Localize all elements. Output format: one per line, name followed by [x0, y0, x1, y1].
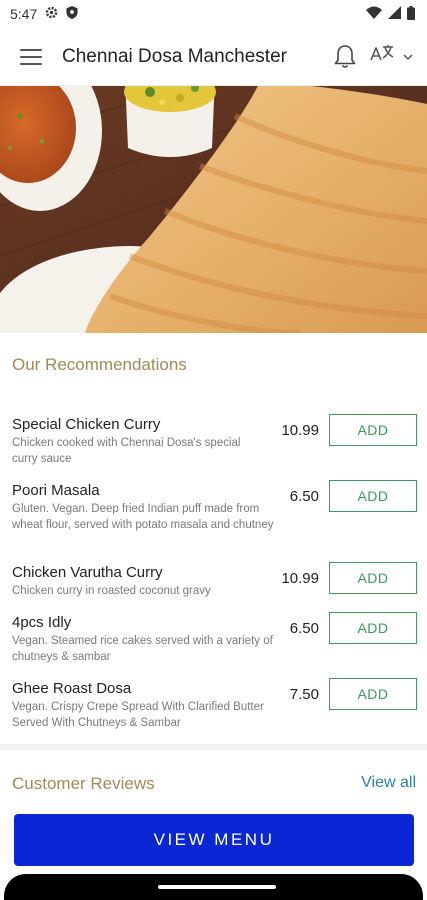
menu-item: Poori Masala Gluten. Vegan. Deep fried I…: [0, 474, 427, 556]
view-all-reviews-link[interactable]: View all: [361, 774, 416, 792]
item-description: Chicken cooked with Chennai Dosa's speci…: [12, 437, 241, 465]
item-description: Gluten. Vegan. Deep fried Indian puff ma…: [12, 503, 274, 531]
notification-bell-icon[interactable]: [333, 44, 357, 70]
menu-item: Chicken Varutha Curry Chicken curry in r…: [0, 556, 427, 606]
language-selector[interactable]: [369, 43, 413, 70]
add-to-cart-button[interactable]: ADD: [329, 562, 417, 594]
shield-icon: [66, 6, 78, 22]
add-to-cart-button[interactable]: ADD: [329, 678, 417, 710]
recommendations-list: Special Chicken Curry Chicken cooked wit…: [0, 408, 427, 738]
section-divider: [0, 744, 427, 750]
add-to-cart-button[interactable]: ADD: [329, 612, 417, 644]
menu-item: Special Chicken Curry Chicken cooked wit…: [0, 408, 427, 474]
settings-gear-icon: [45, 6, 58, 22]
add-to-cart-button[interactable]: ADD: [329, 480, 417, 512]
item-description: Chicken curry in roasted coconut gravy: [12, 585, 211, 597]
chevron-down-icon: [403, 48, 413, 66]
system-navigation-bar: [4, 874, 423, 900]
menu-item: Ghee Roast Dosa Vegan. Crispy Crepe Spre…: [0, 672, 427, 738]
item-price: 6.50: [289, 488, 319, 505]
translate-icon: [369, 43, 395, 70]
battery-icon: [407, 5, 415, 23]
status-bar: 5:47: [0, 0, 427, 28]
item-description: Vegan. Steamed rice cakes served with a …: [12, 635, 273, 663]
item-price: 10.99: [281, 422, 319, 439]
app-header: Chennai Dosa Manchester: [0, 28, 427, 86]
menu-hamburger-icon[interactable]: [20, 48, 42, 65]
hero-food-image: [0, 86, 427, 333]
item-price: 10.99: [281, 570, 319, 587]
restaurant-title: Chennai Dosa Manchester: [62, 45, 287, 67]
item-price: 6.50: [289, 620, 319, 637]
item-description: Vegan. Crispy Crepe Spread With Clarifie…: [12, 701, 264, 729]
item-price: 7.50: [289, 686, 319, 703]
wifi-icon: [366, 6, 382, 22]
menu-item: 4pcs Idly Vegan. Steamed rice cakes serv…: [0, 606, 427, 672]
home-indicator[interactable]: [158, 885, 276, 889]
cellular-signal-icon: [388, 6, 401, 22]
view-menu-button[interactable]: VIEW MENU: [14, 814, 414, 866]
status-time: 5:47: [10, 6, 38, 22]
section-title-recommendations: Our Recommendations: [12, 355, 187, 374]
add-to-cart-button[interactable]: ADD: [329, 414, 417, 446]
section-title-reviews: Customer Reviews: [12, 774, 155, 793]
